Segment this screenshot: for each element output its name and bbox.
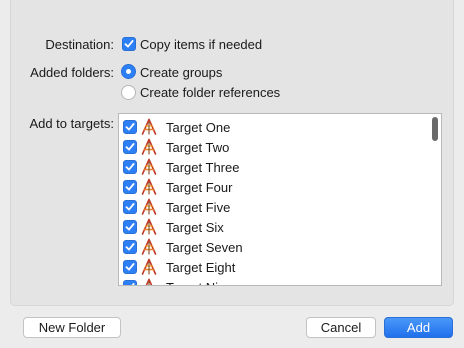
copy-items-checkbox[interactable]: [122, 37, 136, 51]
scrollbar-thumb[interactable]: [432, 117, 438, 141]
target-checkbox[interactable]: [123, 160, 137, 174]
target-label: Target Eight: [166, 260, 236, 275]
target-checkbox[interactable]: [123, 280, 137, 285]
list-item[interactable]: Target Two: [119, 137, 429, 157]
target-checkbox[interactable]: [123, 140, 137, 154]
target-label: Target Five: [166, 200, 231, 215]
target-label: Target Two: [166, 140, 230, 155]
checkmark-icon: [125, 143, 135, 151]
target-checkbox[interactable]: [123, 180, 137, 194]
targets-list[interactable]: Target One Target Two Target Three Target F…: [118, 113, 442, 286]
application-icon: [140, 178, 158, 196]
target-label: Target Nine: [166, 280, 232, 285]
application-icon: [140, 218, 158, 236]
application-icon: [140, 158, 158, 176]
add-to-targets-label: Add to targets:: [29, 116, 114, 131]
target-checkbox[interactable]: [123, 260, 137, 274]
list-item[interactable]: Target Nine: [119, 277, 429, 285]
list-item[interactable]: Target One: [119, 117, 429, 137]
destination-label: Destination:: [45, 37, 114, 52]
checkmark-icon: [125, 263, 135, 271]
target-label: Target Three: [166, 160, 240, 175]
list-item[interactable]: Target Six: [119, 217, 429, 237]
checkmark-icon: [125, 203, 135, 211]
target-label: Target Six: [166, 220, 224, 235]
target-checkbox[interactable]: [123, 220, 137, 234]
target-checkbox[interactable]: [123, 240, 137, 254]
create-groups-label[interactable]: Create groups: [140, 65, 222, 80]
create-folder-references-label[interactable]: Create folder references: [140, 85, 280, 100]
application-icon: [140, 238, 158, 256]
checkmark-icon: [125, 123, 135, 131]
list-item[interactable]: Target Eight: [119, 257, 429, 277]
new-folder-button[interactable]: New Folder: [23, 317, 121, 338]
checkmark-icon: [125, 163, 135, 171]
checkmark-icon: [125, 243, 135, 251]
list-item[interactable]: Target Seven: [119, 237, 429, 257]
application-icon: [140, 118, 158, 136]
create-groups-radio[interactable]: [121, 64, 136, 79]
checkmark-icon: [124, 40, 134, 48]
added-folders-label: Added folders:: [30, 65, 114, 80]
add-button[interactable]: Add: [384, 317, 453, 338]
target-label: Target One: [166, 120, 231, 135]
target-checkbox[interactable]: [123, 200, 137, 214]
cancel-button[interactable]: Cancel: [306, 317, 376, 338]
checkmark-icon: [125, 223, 135, 231]
target-checkbox[interactable]: [123, 120, 137, 134]
copy-items-label[interactable]: Copy items if needed: [140, 37, 262, 52]
list-item[interactable]: Target Five: [119, 197, 429, 217]
application-icon: [140, 258, 158, 276]
application-icon: [140, 198, 158, 216]
application-icon: [140, 138, 158, 156]
create-folder-references-radio[interactable]: [121, 85, 136, 100]
list-item[interactable]: Target Three: [119, 157, 429, 177]
checkmark-icon: [125, 183, 135, 191]
checkmark-icon: [131, 283, 135, 285]
target-label: Target Seven: [166, 240, 243, 255]
target-label: Target Four: [166, 180, 233, 195]
application-icon: [140, 278, 158, 285]
list-item[interactable]: Target Four: [119, 177, 429, 197]
